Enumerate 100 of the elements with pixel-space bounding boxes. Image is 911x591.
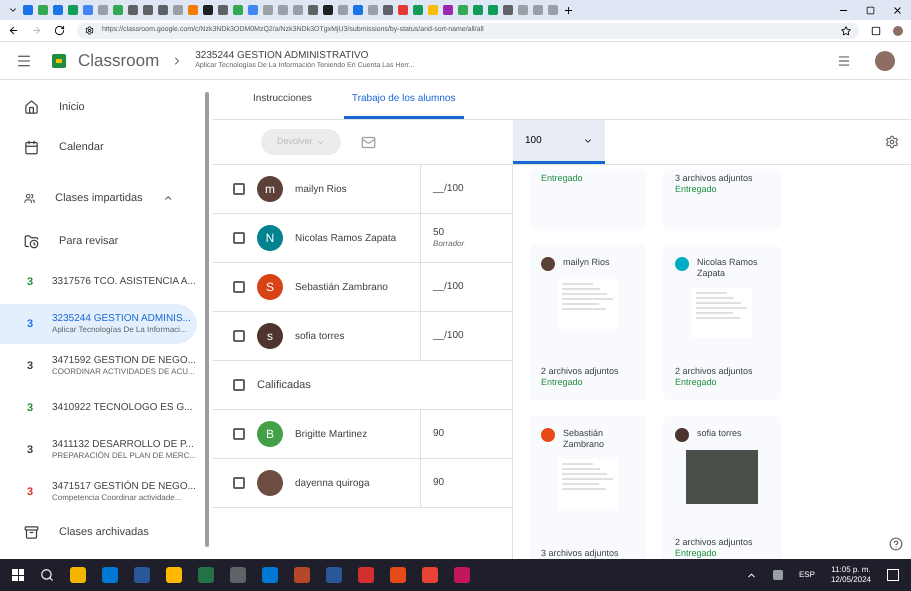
taskbar-app-icon[interactable] — [390, 567, 406, 583]
taskbar-app-icon[interactable] — [422, 567, 438, 583]
avatar-photo-placeholder — [257, 470, 283, 496]
submission-card[interactable]: 3 archivos adjuntos Entregado — [663, 169, 781, 229]
student-name: mailyn Rios — [295, 182, 347, 196]
class-name: 3411132 DESARROLLO DE P... — [52, 438, 195, 451]
archive-icon — [24, 524, 39, 540]
menu-icon[interactable] — [16, 52, 32, 68]
class-number: 3 — [26, 316, 34, 332]
student-name: sofia torres — [697, 428, 742, 440]
row-checkbox[interactable] — [233, 428, 245, 440]
bookmark-star-icon[interactable] — [841, 26, 851, 36]
mail-icon[interactable] — [361, 134, 376, 150]
row-checkbox[interactable] — [233, 281, 245, 293]
site-settings-icon — [85, 26, 94, 35]
submission-card[interactable]: Sebastián Zambrano 3 archivos adjuntos — [529, 416, 647, 559]
folder-icon — [24, 234, 39, 248]
grade-value[interactable]: __/100 — [433, 280, 512, 294]
class-number: 3 — [26, 484, 34, 500]
reload-icon[interactable] — [54, 25, 65, 36]
submission-card[interactable]: Entregado — [529, 169, 647, 229]
sidebar-item[interactable]: Para revisar — [0, 222, 197, 260]
class-title[interactable]: 3235244 GESTION ADMINISTRATIVO — [195, 50, 414, 62]
class-item[interactable]: 3 3471517 GESTIÓN DE NEGO... Competencia Coordinar actividade... — [0, 472, 197, 512]
grade-value[interactable]: __/100 — [433, 330, 512, 342]
class-subtitle: Competencia Coordinar actividade... — [52, 493, 182, 504]
row-checkbox[interactable] — [233, 379, 245, 391]
back-icon[interactable] — [8, 25, 19, 36]
tray-icon[interactable] — [772, 570, 783, 580]
class-subtitle: Aplicar Tecnologías De La Informaci... — [52, 325, 188, 336]
taskbar-app-icon[interactable] — [262, 567, 278, 583]
clock[interactable]: 11:05 p. m. 12/05/2024 — [830, 565, 871, 585]
sidebar-item[interactable]: Clases archivadas — [0, 513, 197, 551]
student-name: Nicolas Ramos Zapata — [697, 257, 759, 280]
status-label: Entregado — [675, 548, 718, 559]
settings-icon[interactable] — [885, 135, 899, 149]
class-name: 3471517 GESTIÓN DE NEGO... — [52, 480, 196, 494]
student-name: Sebastián Zambrano — [563, 428, 606, 450]
attachment-count: 3 archivos adjuntos — [541, 548, 620, 559]
status-label: Entregado — [541, 376, 584, 388]
attachment-count: 3 archivos adjuntos — [675, 173, 754, 184]
home-icon — [24, 100, 39, 114]
user-avatar[interactable] — [875, 50, 895, 70]
grade-value[interactable]: __/100 — [433, 182, 512, 196]
class-subtitle: COORDINAR ACTIVIDADES DE ACU... — [52, 367, 196, 378]
new-tab-icon[interactable] — [563, 4, 574, 16]
student-name: dayenna quiroga — [295, 476, 370, 490]
class-item[interactable]: 3 3411132 DESARROLLO DE P... PREPARACIÓN DEL PLAN DE MERC... — [0, 430, 197, 470]
status-label: Entregado — [541, 173, 584, 184]
search-icon[interactable] — [40, 568, 54, 582]
class-name: 3471592 GESTION DE NEGO... — [52, 354, 196, 368]
submission-card[interactable]: Nicolas Ramos Zapata 2 archivos adjuntos Entregado — [663, 245, 781, 400]
taskbar-app-icon[interactable] — [358, 567, 374, 583]
extension-icon[interactable] — [871, 26, 881, 36]
row-checkbox[interactable] — [233, 477, 245, 489]
row-checkbox[interactable] — [233, 232, 245, 244]
windows-start-icon[interactable] — [12, 569, 24, 581]
app-title[interactable]: Classroom — [78, 48, 160, 74]
profile-icon[interactable] — [893, 26, 903, 36]
student-name: Nicolas Ramos Zapata — [295, 232, 396, 246]
class-item[interactable]: 3 3471592 GESTION DE NEGO... COORDINAR ACTIVIDADES DE ACU... — [0, 346, 197, 386]
taskbar-app-icon[interactable] — [70, 567, 86, 583]
student-name: mailyn Rios — [563, 257, 610, 268]
language-indicator[interactable]: ESP — [798, 569, 815, 581]
class-number: 3 — [26, 358, 34, 374]
help-icon[interactable] — [889, 537, 903, 551]
submission-card[interactable]: mailyn Rios 2 archivos adjuntos Entregado — [529, 245, 647, 400]
forward-icon[interactable] — [31, 25, 42, 36]
group-label: Calificadas — [257, 378, 311, 393]
maximize-icon[interactable] — [866, 6, 875, 14]
calendar-icon — [24, 140, 39, 154]
menu-icon[interactable] — [837, 54, 851, 68]
student-name: Brigitte Martinez — [295, 428, 368, 442]
avatar: S — [257, 274, 283, 300]
submission-card[interactable]: sofia torres 2 archivos adjuntos Entregado — [663, 416, 781, 559]
photo-placeholder — [686, 450, 758, 504]
avatar: B — [257, 421, 283, 447]
row-checkbox[interactable] — [233, 183, 245, 195]
attachment-count: 2 archivos adjuntos — [675, 366, 754, 377]
class-number: 3 — [26, 442, 34, 458]
tab[interactable]: Trabajo de los alumnos — [344, 80, 464, 119]
grade-value[interactable]: 90 — [433, 476, 512, 490]
sidebar-item[interactable]: Inicio — [0, 88, 197, 126]
tab[interactable]: Instrucciones — [245, 80, 320, 119]
class-number: 3 — [26, 274, 34, 290]
taskbar-app-icon[interactable] — [102, 567, 118, 583]
attachment-count: 2 archivos adjuntos — [675, 536, 754, 548]
class-item[interactable]: 3 3235244 GESTION ADMINIS... Aplicar Tecnologías De La Informaci... — [0, 304, 197, 344]
row-checkbox[interactable] — [233, 330, 245, 342]
class-item[interactable]: 3 3410922 TECNOLOGO ES G... — [0, 388, 197, 428]
close-icon[interactable] — [892, 4, 903, 16]
status-label: Entregado — [675, 376, 718, 388]
grade-value[interactable]: 50 — [433, 226, 512, 240]
sidebar-section[interactable]: Clases impartidas — [0, 176, 197, 220]
taskbar-app-icon[interactable] — [166, 567, 182, 583]
grade-value[interactable]: 90 — [433, 428, 512, 440]
class-item[interactable]: 3 3317576 TCO. ASISTENCIA A... — [0, 262, 197, 302]
notifications-icon[interactable] — [887, 569, 899, 581]
sidebar-item[interactable]: Calendar — [0, 128, 197, 166]
points-dropdown[interactable]: 100 — [513, 120, 605, 164]
